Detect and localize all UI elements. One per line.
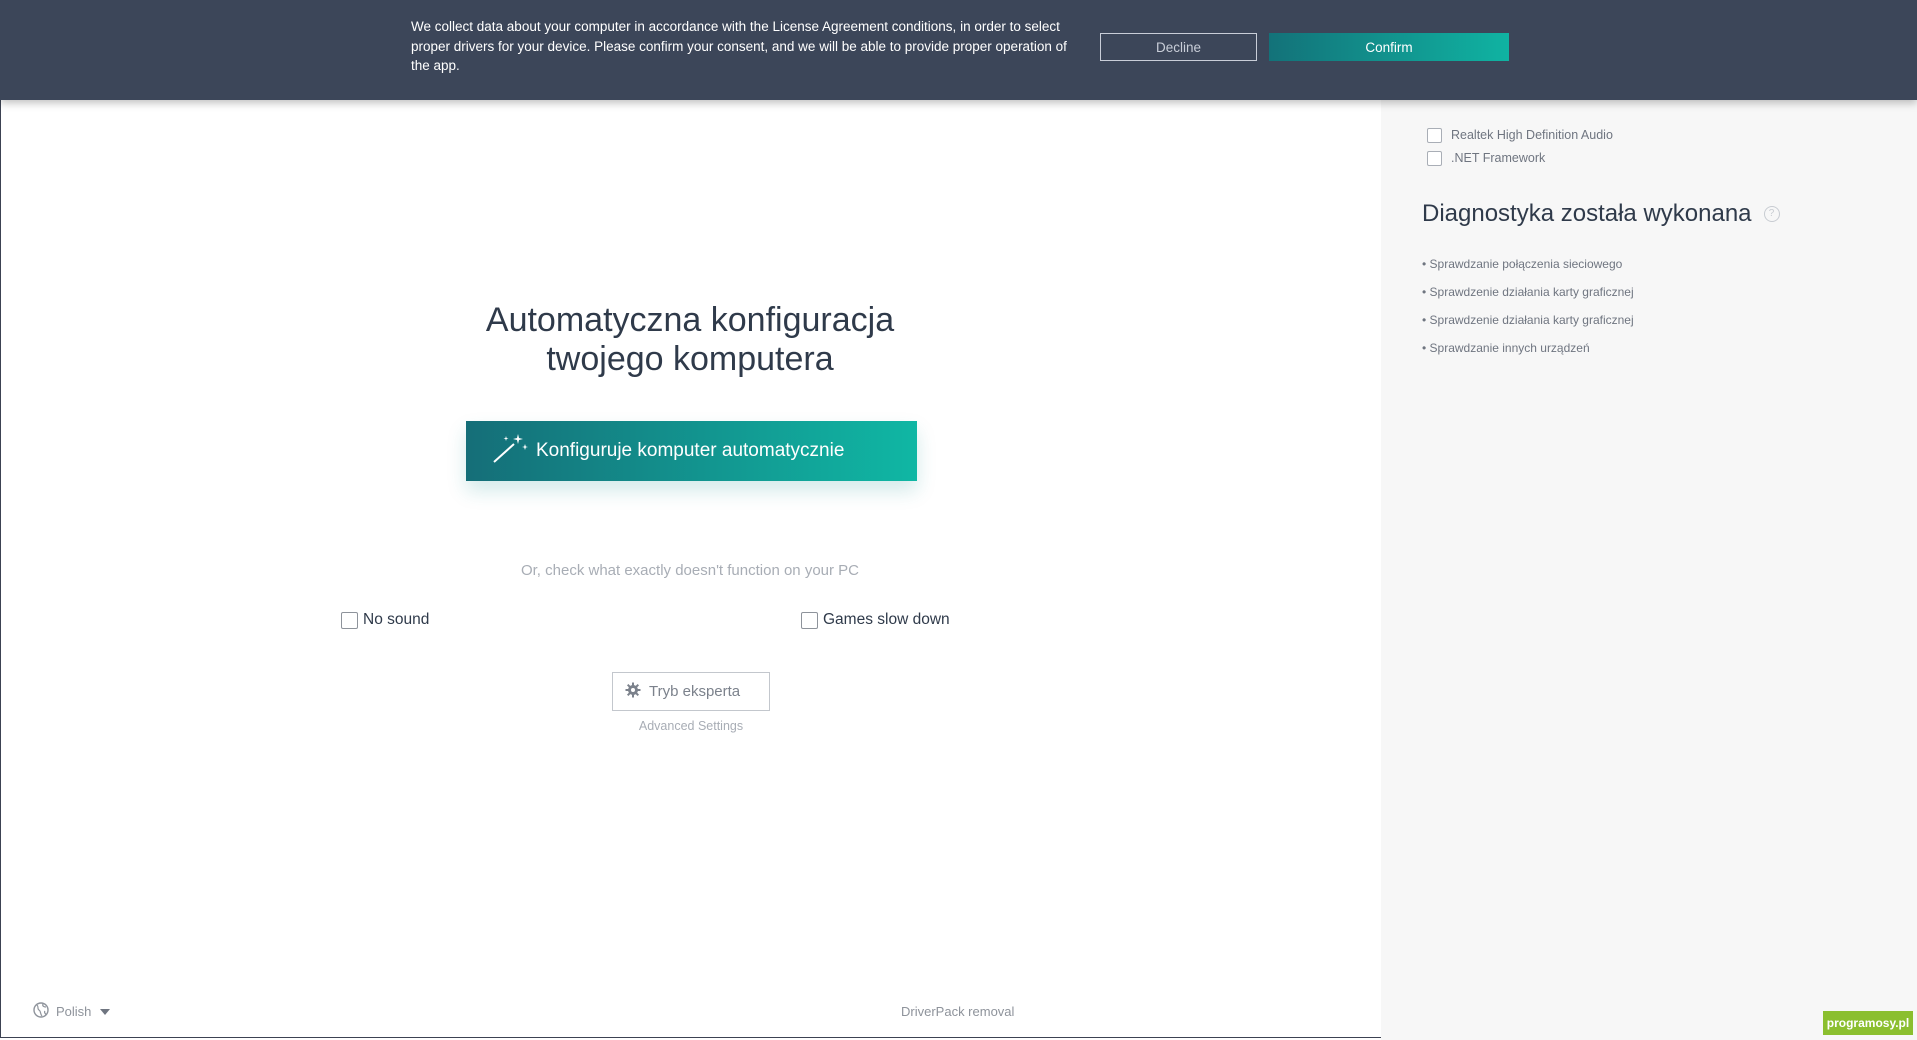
decline-button[interactable]: Decline	[1100, 33, 1257, 61]
expert-mode-label: Tryb eksperta	[649, 683, 741, 700]
option-games-slow-down[interactable]: Games slow down	[801, 611, 950, 629]
confirm-button[interactable]: Confirm	[1269, 33, 1509, 61]
driver-checkbox[interactable]	[1427, 127, 1442, 143]
chevron-down-icon	[100, 1008, 111, 1015]
option-label: Games slow down	[823, 611, 950, 628]
diagnostics-item: • Sprawdzanie innych urządzeń	[1422, 341, 1590, 355]
language-label: Polish	[56, 1004, 92, 1019]
option-no-sound[interactable]: No sound	[341, 611, 429, 629]
magic-wand-icon	[492, 432, 536, 470]
consent-banner: We collect data about your computer in a…	[0, 0, 1917, 100]
diagnostics-title-text: Diagnostyka została wykonana	[1422, 200, 1752, 227]
driver-item-net-framework[interactable]: .NET Framework	[1427, 148, 1545, 168]
driver-item-realtek[interactable]: Realtek High Definition Audio	[1427, 125, 1613, 145]
driverpack-removal-link[interactable]: DriverPack removal	[901, 1004, 1014, 1019]
diagnostics-title: Diagnostyka została wykonana ?	[1422, 200, 1780, 228]
diagnostics-item: • Sprawdzenie działania karty graficznej	[1422, 285, 1634, 299]
diagnostics-item: • Sprawdzanie połączenia sieciowego	[1422, 257, 1623, 271]
diagnostics-item: • Sprawdzenie działania karty graficznej	[1422, 313, 1634, 327]
or-check-text: Or, check what exactly doesn't function …	[520, 562, 860, 579]
gear-icon	[625, 682, 649, 702]
page-title: Automatyczna konfiguracja twojego komput…	[390, 301, 990, 379]
auto-configure-button[interactable]: Konfiguruje komputer automatycznie	[466, 421, 917, 481]
driver-checkbox[interactable]	[1427, 150, 1442, 166]
option-label: No sound	[363, 611, 430, 628]
advanced-settings-caption: Advanced Settings	[638, 719, 744, 733]
option-checkbox[interactable]	[801, 611, 818, 629]
help-icon[interactable]: ?	[1763, 206, 1780, 222]
watermark-badge: programosy.pl	[1823, 1011, 1913, 1035]
driver-label: Realtek High Definition Audio	[1451, 128, 1613, 142]
language-selector[interactable]: Polish	[33, 1002, 111, 1021]
auto-configure-label: Konfiguruje komputer automatycznie	[536, 440, 845, 461]
page-title-line1: Automatyczna konfiguracja	[485, 301, 895, 339]
side-panel: Realtek High Definition Audio .NET Frame…	[1381, 100, 1917, 1040]
driver-label: .NET Framework	[1451, 151, 1546, 165]
expert-mode-button[interactable]: Tryb eksperta	[612, 672, 770, 711]
consent-message: We collect data about your computer in a…	[411, 19, 1067, 73]
globe-icon	[33, 1002, 49, 1021]
option-checkbox[interactable]	[341, 611, 358, 629]
page-title-line2: twojego komputera	[546, 340, 834, 378]
